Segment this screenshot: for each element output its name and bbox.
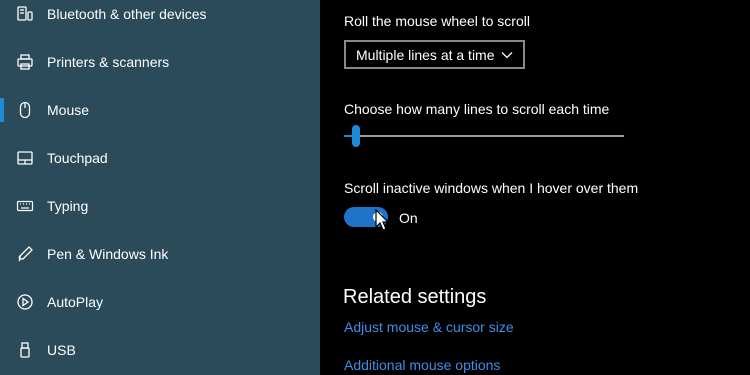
scroll-inactive-label: Scroll inactive windows when I hover ove… — [344, 180, 639, 196]
sidebar-item-printers[interactable]: Printers & scanners — [0, 38, 320, 86]
sidebar: Bluetooth & other devices Printers & sca… — [0, 0, 320, 375]
settings-window: Bluetooth & other devices Printers & sca… — [0, 0, 750, 375]
mouse-icon — [16, 101, 34, 119]
scroll-wheel-label: Roll the mouse wheel to scroll — [344, 13, 530, 29]
sidebar-item-label: USB — [47, 342, 76, 358]
sidebar-item-touchpad[interactable]: Touchpad — [0, 134, 320, 182]
sidebar-item-autoplay[interactable]: AutoPlay — [0, 278, 320, 326]
chevron-down-icon — [500, 48, 514, 62]
keyboard-icon — [16, 197, 34, 215]
sidebar-item-label: Bluetooth & other devices — [47, 6, 207, 22]
mouse-settings-panel: Roll the mouse wheel to scroll Multiple … — [320, 0, 750, 375]
mouse-pointer-icon — [375, 209, 391, 233]
scroll-mode-value: Multiple lines at a time — [356, 46, 495, 63]
lines-to-scroll-label: Choose how many lines to scroll each tim… — [344, 101, 610, 117]
sidebar-item-typing[interactable]: Typing — [0, 182, 320, 230]
additional-mouse-options-link[interactable]: Additional mouse options — [344, 357, 500, 373]
bluetooth-devices-icon — [16, 5, 34, 23]
slider-thumb[interactable] — [352, 125, 360, 147]
sidebar-item-usb[interactable]: USB — [0, 326, 320, 374]
autoplay-icon — [16, 293, 34, 311]
scroll-mode-dropdown[interactable]: Multiple lines at a time — [344, 40, 525, 69]
usb-icon — [16, 341, 34, 359]
sidebar-item-label: Touchpad — [47, 150, 108, 166]
lines-to-scroll-slider[interactable] — [344, 124, 624, 148]
adjust-mouse-cursor-size-link[interactable]: Adjust mouse & cursor size — [344, 319, 514, 335]
selected-indicator — [0, 98, 4, 122]
sidebar-item-label: AutoPlay — [47, 294, 104, 310]
sidebar-item-bluetooth[interactable]: Bluetooth & other devices — [0, 0, 320, 38]
sidebar-item-label: Typing — [47, 198, 89, 214]
related-settings-heading: Related settings — [343, 286, 487, 308]
touchpad-icon — [16, 149, 34, 167]
sidebar-item-label: Mouse — [47, 102, 90, 118]
pen-icon — [16, 245, 34, 263]
printer-icon — [16, 53, 34, 71]
sidebar-item-label: Printers & scanners — [47, 54, 170, 70]
sidebar-item-label: Pen & Windows Ink — [47, 246, 169, 262]
sidebar-item-pen[interactable]: Pen & Windows Ink — [0, 230, 320, 278]
slider-track — [344, 135, 624, 137]
sidebar-item-mouse[interactable]: Mouse — [0, 86, 320, 134]
toggle-state-text: On — [399, 210, 418, 226]
